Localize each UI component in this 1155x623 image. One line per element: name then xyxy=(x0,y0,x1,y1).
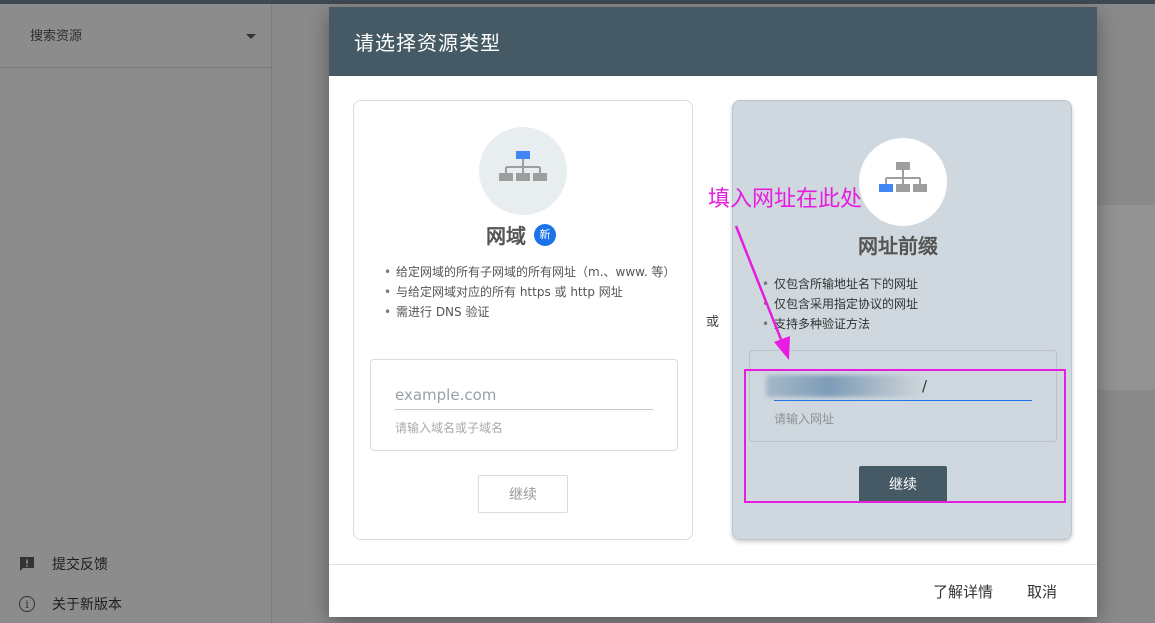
domain-input-placeholder: example.com xyxy=(395,386,497,404)
search-resource-label: 搜索资源 xyxy=(30,29,83,44)
annotation-box xyxy=(744,369,1066,503)
url-prefix-property-icon xyxy=(859,138,947,226)
list-item: 给定网域的所有子网域的所有网址（m.、www. 等） xyxy=(384,262,675,282)
list-item: 仅包含所输地址名下的网址 xyxy=(762,274,1052,294)
info-icon: i xyxy=(18,595,36,613)
domain-property-icon xyxy=(479,127,567,215)
list-item: 与给定网域对应的所有 https 或 http 网址 xyxy=(384,282,674,302)
list-item: 仅包含采用指定协议的网址 xyxy=(762,294,1052,314)
feedback-icon xyxy=(18,555,36,573)
list-item: 支持多种验证方法 xyxy=(762,314,1052,334)
or-separator: 或 xyxy=(706,315,720,330)
learn-more-button[interactable]: 了解详情 xyxy=(933,581,993,602)
cancel-button[interactable]: 取消 xyxy=(1027,581,1057,602)
sidebar: 搜索资源 xyxy=(0,4,272,623)
feedback-link[interactable]: 提交反馈 xyxy=(18,554,108,574)
annotation-text: 填入网址在此处 xyxy=(708,187,863,212)
url-prefix-bullets: 仅包含所输地址名下的网址 仅包含采用指定协议的网址 支持多种验证方法 xyxy=(762,274,1052,334)
list-item: 需进行 DNS 验证 xyxy=(384,302,674,322)
domain-input-box: example.com 请输入域名或子域名 xyxy=(370,359,678,451)
domain-card[interactable]: 网域 新 给定网域的所有子网域的所有网址（m.、www. 等） 与给定网域对应的… xyxy=(353,100,693,540)
dialog-title: 请选择资源类型 xyxy=(354,31,501,55)
resource-type-dialog: 请选择资源类型 网域 新 给定网域的所有子网域的所有网址（m.、www. 等） … xyxy=(329,7,1097,617)
domain-title-text: 网域 xyxy=(486,224,526,248)
url-prefix-title: 网址前缀 xyxy=(858,234,938,258)
caret-down-icon xyxy=(246,34,256,39)
new-version-label: 关于新版本 xyxy=(52,597,122,613)
feedback-label: 提交反馈 xyxy=(52,557,108,573)
domain-input-hint: 请输入域名或子域名 xyxy=(395,421,504,435)
dialog-header: 请选择资源类型 xyxy=(329,7,1097,76)
new-version-link[interactable]: i 关于新版本 xyxy=(18,594,122,614)
new-badge: 新 xyxy=(534,223,556,246)
domain-bullets: 给定网域的所有子网域的所有网址（m.、www. 等） 与给定网域对应的所有 ht… xyxy=(384,262,675,322)
domain-continue-button[interactable]: 继续 xyxy=(478,475,568,513)
background-card xyxy=(1097,205,1155,390)
domain-input[interactable]: example.com xyxy=(395,386,653,410)
search-resource-dropdown[interactable]: 搜索资源 xyxy=(0,4,272,68)
domain-title: 网域 新 xyxy=(486,220,556,249)
dialog-footer: 了解详情 取消 xyxy=(329,564,1097,617)
